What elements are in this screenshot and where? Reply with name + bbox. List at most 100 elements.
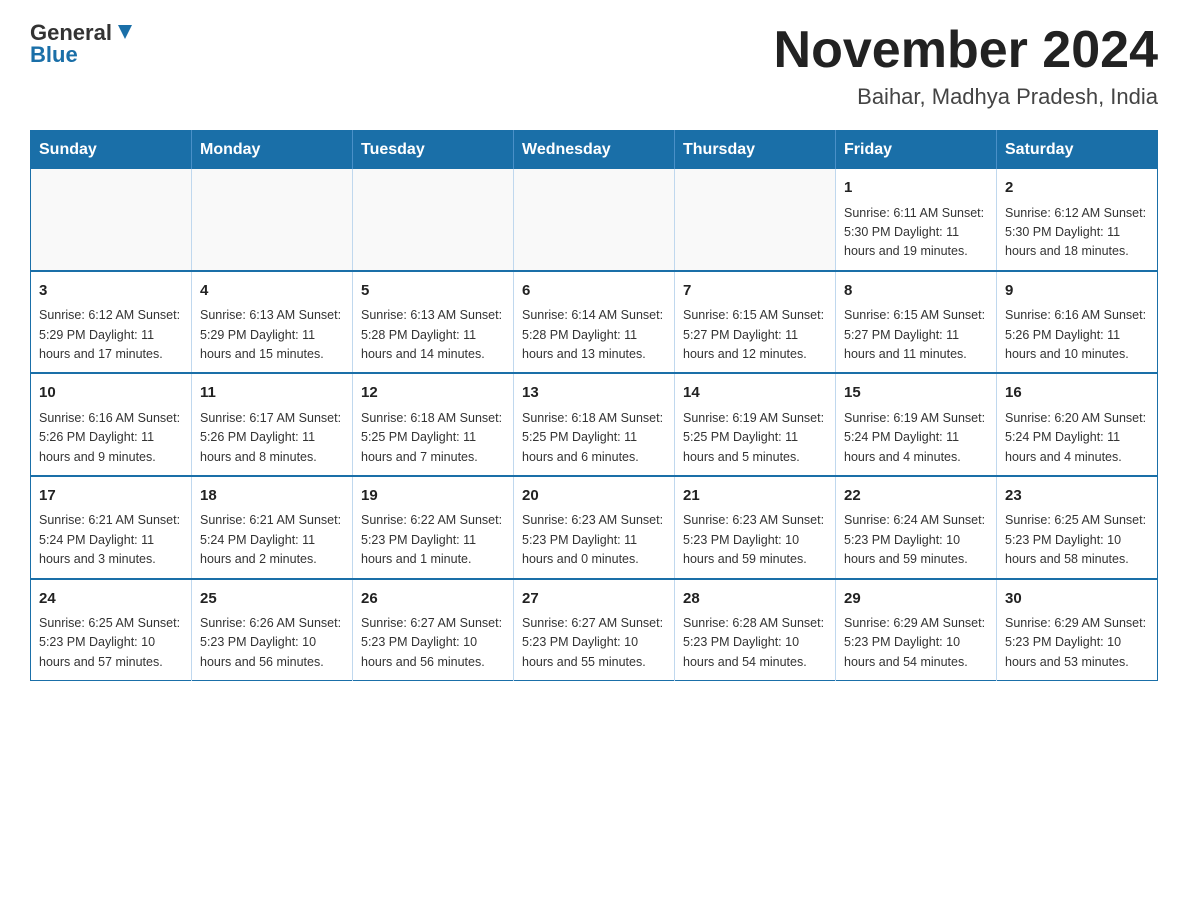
week-row-3: 10Sunrise: 6:16 AM Sunset: 5:26 PM Dayli…: [31, 373, 1158, 476]
day-info: Sunrise: 6:16 AM Sunset: 5:26 PM Dayligh…: [39, 409, 183, 467]
day-cell: 10Sunrise: 6:16 AM Sunset: 5:26 PM Dayli…: [31, 373, 192, 476]
day-number: 21: [683, 485, 827, 508]
day-info: Sunrise: 6:11 AM Sunset: 5:30 PM Dayligh…: [844, 204, 988, 262]
month-title: November 2024: [774, 20, 1158, 80]
day-cell: 20 Sunrise: 6:23 AM Sunset: 5:23 PM Dayli…: [514, 476, 675, 579]
day-number: 14: [683, 382, 827, 405]
day-cell: 30Sunrise: 6:29 AM Sunset: 5:23 PM Dayli…: [997, 579, 1158, 681]
header-thursday: Thursday: [675, 131, 836, 170]
day-number: 7: [683, 280, 827, 303]
day-info: Sunrise: 6:21 AM Sunset: 5:24 PM Dayligh…: [39, 511, 183, 569]
day-cell: [353, 169, 514, 271]
location-title: Baihar, Madhya Pradesh, India: [774, 84, 1158, 110]
day-number: 23: [1005, 485, 1149, 508]
day-cell: 1 Sunrise: 6:11 AM Sunset: 5:30 PM Daylig…: [836, 169, 997, 271]
header-wednesday: Wednesday: [514, 131, 675, 170]
day-number: 26: [361, 588, 505, 611]
day-cell: 8Sunrise: 6:15 AM Sunset: 5:27 PM Daylig…: [836, 271, 997, 374]
day-cell: [675, 169, 836, 271]
week-row-2: 3Sunrise: 6:12 AM Sunset: 5:29 PM Daylig…: [31, 271, 1158, 374]
page-header: General Blue November 2024 Baihar, Madhy…: [30, 20, 1158, 110]
day-info: Sunrise: 6:23 AM Sunset: 5:23 PM Dayligh…: [683, 511, 827, 569]
day-number: 30: [1005, 588, 1149, 611]
header-sunday: Sunday: [31, 131, 192, 170]
week-row-5: 24 Sunrise: 6:25 AM Sunset: 5:23 PM Dayli…: [31, 579, 1158, 681]
day-cell: 24 Sunrise: 6:25 AM Sunset: 5:23 PM Dayli…: [31, 579, 192, 681]
day-info: Sunrise: 6:12 AM Sunset: 5:30 PM Dayligh…: [1005, 204, 1149, 262]
logo-arrow-icon: [114, 21, 136, 43]
day-cell: 21 Sunrise: 6:23 AM Sunset: 5:23 PM Dayli…: [675, 476, 836, 579]
calendar-table: SundayMondayTuesdayWednesdayThursdayFrid…: [30, 130, 1158, 681]
day-cell: 27Sunrise: 6:27 AM Sunset: 5:23 PM Dayli…: [514, 579, 675, 681]
day-cell: 2 Sunrise: 6:12 AM Sunset: 5:30 PM Daylig…: [997, 169, 1158, 271]
day-cell: 22Sunrise: 6:24 AM Sunset: 5:23 PM Dayli…: [836, 476, 997, 579]
day-info: Sunrise: 6:12 AM Sunset: 5:29 PM Dayligh…: [39, 306, 183, 364]
day-number: 11: [200, 382, 344, 405]
header-row: SundayMondayTuesdayWednesdayThursdayFrid…: [31, 131, 1158, 170]
day-number: 19: [361, 485, 505, 508]
day-info: Sunrise: 6:29 AM Sunset: 5:23 PM Dayligh…: [844, 614, 988, 672]
day-info: Sunrise: 6:14 AM Sunset: 5:28 PM Dayligh…: [522, 306, 666, 364]
day-cell: [31, 169, 192, 271]
day-info: Sunrise: 6:27 AM Sunset: 5:23 PM Dayligh…: [522, 614, 666, 672]
header-tuesday: Tuesday: [353, 131, 514, 170]
day-cell: 3Sunrise: 6:12 AM Sunset: 5:29 PM Daylig…: [31, 271, 192, 374]
day-number: 16: [1005, 382, 1149, 405]
day-cell: 11 Sunrise: 6:17 AM Sunset: 5:26 PM Dayli…: [192, 373, 353, 476]
day-info: Sunrise: 6:19 AM Sunset: 5:24 PM Dayligh…: [844, 409, 988, 467]
calendar-header: SundayMondayTuesdayWednesdayThursdayFrid…: [31, 131, 1158, 170]
day-cell: 28Sunrise: 6:28 AM Sunset: 5:23 PM Dayli…: [675, 579, 836, 681]
day-cell: 15 Sunrise: 6:19 AM Sunset: 5:24 PM Dayli…: [836, 373, 997, 476]
day-info: Sunrise: 6:15 AM Sunset: 5:27 PM Dayligh…: [683, 306, 827, 364]
day-cell: 7 Sunrise: 6:15 AM Sunset: 5:27 PM Daylig…: [675, 271, 836, 374]
day-info: Sunrise: 6:16 AM Sunset: 5:26 PM Dayligh…: [1005, 306, 1149, 364]
day-cell: 19 Sunrise: 6:22 AM Sunset: 5:23 PM Dayli…: [353, 476, 514, 579]
header-friday: Friday: [836, 131, 997, 170]
day-number: 17: [39, 485, 183, 508]
logo-part2: Blue: [30, 42, 78, 68]
day-info: Sunrise: 6:27 AM Sunset: 5:23 PM Dayligh…: [361, 614, 505, 672]
day-number: 4: [200, 280, 344, 303]
week-row-4: 17 Sunrise: 6:21 AM Sunset: 5:24 PM Dayli…: [31, 476, 1158, 579]
day-number: 1: [844, 177, 988, 200]
day-number: 24: [39, 588, 183, 611]
day-info: Sunrise: 6:25 AM Sunset: 5:23 PM Dayligh…: [39, 614, 183, 672]
day-number: 29: [844, 588, 988, 611]
day-number: 6: [522, 280, 666, 303]
day-cell: 9 Sunrise: 6:16 AM Sunset: 5:26 PM Daylig…: [997, 271, 1158, 374]
week-row-1: 1 Sunrise: 6:11 AM Sunset: 5:30 PM Daylig…: [31, 169, 1158, 271]
day-number: 15: [844, 382, 988, 405]
day-cell: [514, 169, 675, 271]
day-cell: 14Sunrise: 6:19 AM Sunset: 5:25 PM Dayli…: [675, 373, 836, 476]
day-cell: 4 Sunrise: 6:13 AM Sunset: 5:29 PM Daylig…: [192, 271, 353, 374]
title-area: November 2024 Baihar, Madhya Pradesh, In…: [774, 20, 1158, 110]
day-cell: 18Sunrise: 6:21 AM Sunset: 5:24 PM Dayli…: [192, 476, 353, 579]
day-cell: 23 Sunrise: 6:25 AM Sunset: 5:23 PM Dayli…: [997, 476, 1158, 579]
day-info: Sunrise: 6:23 AM Sunset: 5:23 PM Dayligh…: [522, 511, 666, 569]
day-cell: 12 Sunrise: 6:18 AM Sunset: 5:25 PM Dayli…: [353, 373, 514, 476]
day-number: 20: [522, 485, 666, 508]
day-info: Sunrise: 6:22 AM Sunset: 5:23 PM Dayligh…: [361, 511, 505, 569]
day-number: 25: [200, 588, 344, 611]
day-cell: 6 Sunrise: 6:14 AM Sunset: 5:28 PM Daylig…: [514, 271, 675, 374]
header-monday: Monday: [192, 131, 353, 170]
day-info: Sunrise: 6:13 AM Sunset: 5:29 PM Dayligh…: [200, 306, 344, 364]
day-info: Sunrise: 6:17 AM Sunset: 5:26 PM Dayligh…: [200, 409, 344, 467]
day-cell: 5Sunrise: 6:13 AM Sunset: 5:28 PM Daylig…: [353, 271, 514, 374]
day-info: Sunrise: 6:18 AM Sunset: 5:25 PM Dayligh…: [522, 409, 666, 467]
day-cell: 16Sunrise: 6:20 AM Sunset: 5:24 PM Dayli…: [997, 373, 1158, 476]
day-cell: [192, 169, 353, 271]
day-cell: 29 Sunrise: 6:29 AM Sunset: 5:23 PM Dayli…: [836, 579, 997, 681]
day-number: 12: [361, 382, 505, 405]
day-info: Sunrise: 6:28 AM Sunset: 5:23 PM Dayligh…: [683, 614, 827, 672]
day-info: Sunrise: 6:25 AM Sunset: 5:23 PM Dayligh…: [1005, 511, 1149, 569]
day-number: 2: [1005, 177, 1149, 200]
day-info: Sunrise: 6:24 AM Sunset: 5:23 PM Dayligh…: [844, 511, 988, 569]
day-number: 13: [522, 382, 666, 405]
day-cell: 13 Sunrise: 6:18 AM Sunset: 5:25 PM Dayli…: [514, 373, 675, 476]
logo: General Blue: [30, 20, 136, 68]
day-info: Sunrise: 6:18 AM Sunset: 5:25 PM Dayligh…: [361, 409, 505, 467]
day-info: Sunrise: 6:13 AM Sunset: 5:28 PM Dayligh…: [361, 306, 505, 364]
calendar-body: 1 Sunrise: 6:11 AM Sunset: 5:30 PM Daylig…: [31, 169, 1158, 681]
day-number: 9: [1005, 280, 1149, 303]
